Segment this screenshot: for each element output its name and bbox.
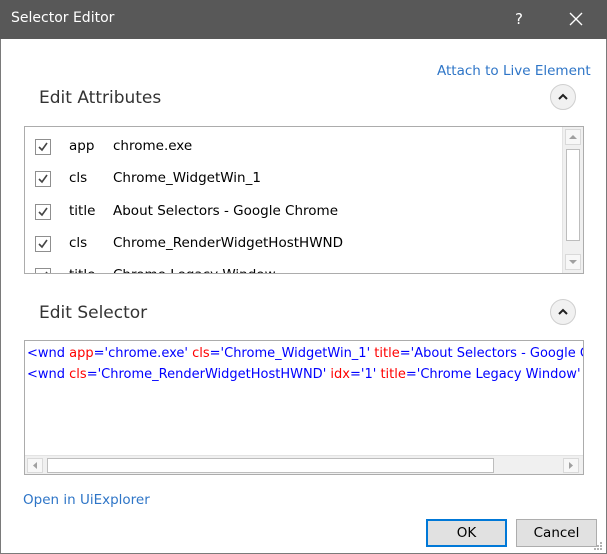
selector-token-val: 'chrome.exe' [104,346,188,361]
attribute-name: title [69,203,96,219]
selector-token-attr: idx [330,367,350,382]
scroll-up-button[interactable] [565,129,581,145]
scroll-down-icon [569,260,577,264]
attributes-list: title Chrome Legacy Window cls Chrome_Rende… [24,126,584,274]
selector-token-tag: /> [581,367,583,382]
scroll-left-icon [33,462,37,469]
selector-token-tag: <wnd [27,367,70,382]
open-in-uiexplorer-link[interactable]: Open in UiExplorer [23,492,150,508]
edit-selector-title: Edit Selector [39,303,148,323]
attribute-name: app [69,138,95,154]
attribute-row[interactable]: cls Chrome_WidgetWin_1 [25,163,563,195]
attribute-checkbox[interactable] [35,204,51,220]
checkmark-icon [38,207,48,217]
selector-token-val: 'Chrome_RenderWidgetHostHWND' [97,367,327,382]
attribute-name: cls [69,170,88,186]
selector-token-attr: title [374,346,400,361]
edit-attributes-title: Edit Attributes [39,88,162,108]
attribute-checkbox[interactable] [35,171,51,187]
selector-token-tag: = [209,346,221,361]
help-button[interactable]: ? [505,4,533,34]
close-button[interactable] [560,4,592,34]
chevron-up-icon [558,308,568,315]
selector-token-tag: <wnd [27,346,70,361]
selector-line[interactable]: <wnd cls='Chrome_RenderWidgetHostHWND' i… [27,367,583,382]
selector-token-tag: = [86,367,98,382]
attribute-checkbox[interactable] [35,139,51,155]
scroll-right-button[interactable] [563,458,579,473]
title-bar: Selector Editor ? [0,0,607,39]
window-title: Selector Editor [11,10,115,26]
attach-to-live-element-link[interactable]: Attach to Live Element [437,63,591,79]
checkmark-icon [38,142,48,152]
selector-token-attr: app [69,346,94,361]
selector-token-tag: = [93,346,105,361]
scroll-thumb[interactable] [566,149,580,241]
scroll-right-icon [569,462,573,469]
attribute-name: title [69,267,95,273]
attribute-name: cls [69,235,88,251]
selector-token-tag: = [399,346,411,361]
scroll-up-icon [569,135,577,139]
attributes-vertical-scrollbar[interactable] [562,127,583,273]
selector-token-attr: title [380,367,406,382]
attribute-checkbox[interactable] [35,236,51,252]
selector-line[interactable]: <wnd app='chrome.exe' cls='Chrome_Widget… [27,346,583,361]
collapse-attributes-button[interactable] [550,84,576,110]
selector-token-val: '1' [360,367,377,382]
selector-token-tag: = [405,367,417,382]
attribute-row[interactable]: cls Chrome_RenderWidgetHostHWND [25,228,563,260]
chevron-up-icon [558,93,568,100]
attribute-value[interactable]: chrome.exe [113,138,192,154]
selector-token-val: 'Chrome_WidgetWin_1' [220,346,371,361]
selector-token-val: 'Chrome Legacy Window' [416,367,581,382]
resize-grip-icon[interactable] [592,540,604,552]
selector-token-attr: cls [192,346,210,361]
scroll-left-button[interactable] [27,458,43,473]
selector-horizontal-scrollbar[interactable] [25,455,583,474]
close-icon [569,12,583,26]
scroll-thumb[interactable] [47,458,494,473]
attribute-value[interactable]: About Selectors - Google Chrome [113,203,338,219]
attribute-row[interactable]: app chrome.exe [25,131,563,163]
checkmark-icon [45,271,48,273]
selector-token-tag: = [349,367,361,382]
attribute-value[interactable]: Chrome Legacy Window [113,267,276,273]
selector-editor[interactable]: <wnd cls='Chrome_RenderWidgetHostHWND' i… [24,340,584,475]
selector-token-attr: cls [69,367,87,382]
attribute-row[interactable]: title Chrome Legacy Window [25,260,563,273]
cancel-button[interactable]: Cancel [516,519,597,547]
scroll-down-button[interactable] [565,254,581,270]
checkmark-icon [38,174,48,184]
attribute-row[interactable]: title About Selectors - Google Chrome [25,196,563,228]
attribute-value[interactable]: Chrome_WidgetWin_1 [113,170,261,186]
attribute-value[interactable]: Chrome_RenderWidgetHostHWND [113,235,343,251]
selector-token-val: 'About Selectors - Google Chrome' [410,346,583,361]
ok-button[interactable]: OK [426,519,507,547]
checkmark-icon [38,239,48,249]
attribute-checkbox[interactable] [35,268,51,273]
dialog-body [0,39,607,554]
collapse-selector-button[interactable] [550,299,576,325]
